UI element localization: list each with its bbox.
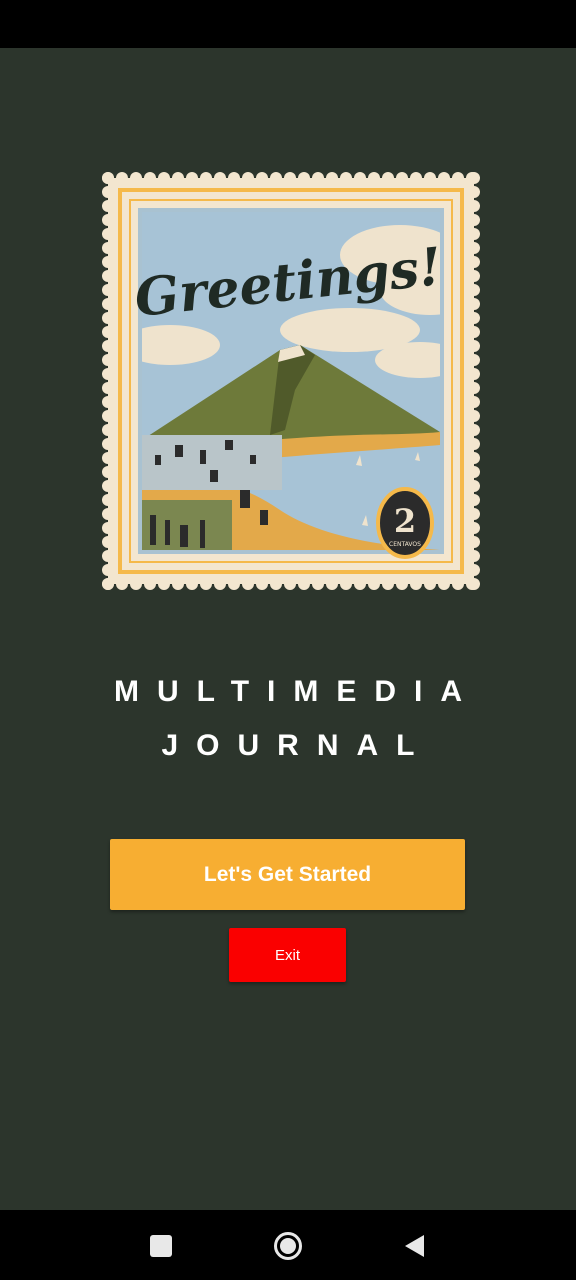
status-bar bbox=[0, 0, 576, 48]
back-triangle-icon[interactable] bbox=[400, 1231, 430, 1261]
home-circle-icon[interactable] bbox=[273, 1231, 303, 1261]
stamp-currency: CENTAVOS bbox=[389, 541, 421, 548]
title-line-1: MULTIMEDIA bbox=[113, 675, 481, 708]
greetings-stamp-image: Greetings! 2 CENTAVOS bbox=[102, 172, 480, 590]
stamp-denomination: 2 bbox=[394, 502, 416, 540]
recents-square-icon[interactable] bbox=[146, 1231, 176, 1261]
exit-button[interactable]: Exit bbox=[229, 928, 346, 982]
get-started-button[interactable]: Let's Get Started bbox=[110, 839, 465, 910]
title-line-2: JOURNAL bbox=[161, 729, 433, 762]
navigation-bar bbox=[0, 1210, 576, 1280]
